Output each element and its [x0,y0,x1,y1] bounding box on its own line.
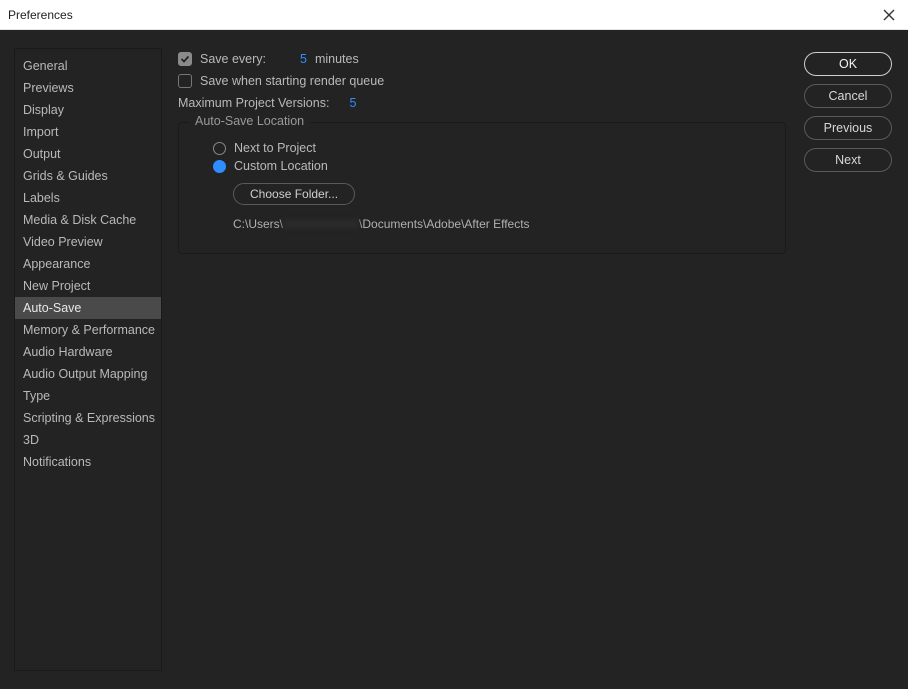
sidebar-item-type[interactable]: Type [15,385,161,407]
max-versions-label: Maximum Project Versions: [178,96,329,110]
sidebar-item-auto-save[interactable]: Auto-Save [15,297,161,319]
save-render-queue-checkbox[interactable] [178,74,192,88]
sidebar-item-grids-guides[interactable]: Grids & Guides [15,165,161,187]
sidebar-item-general[interactable]: General [15,55,161,77]
cancel-button[interactable]: Cancel [804,84,892,108]
close-icon [883,9,895,21]
save-every-value[interactable]: 5 [300,52,307,66]
sidebar-item-previews[interactable]: Previews [15,77,161,99]
sidebar-item-scripting-expressions[interactable]: Scripting & Expressions [15,407,161,429]
close-button[interactable] [878,4,900,26]
action-buttons: OK Cancel Previous Next [800,30,908,689]
radio-next-to-project[interactable] [213,142,226,155]
choose-folder-row: Choose Folder... [233,183,767,205]
window-title: Preferences [8,8,73,22]
sidebar-item-output[interactable]: Output [15,143,161,165]
radio-next-to-project-label: Next to Project [234,141,316,155]
sidebar-item-new-project[interactable]: New Project [15,275,161,297]
sidebar-item-audio-hardware[interactable]: Audio Hardware [15,341,161,363]
category-sidebar: General Previews Display Import Output G… [14,48,162,671]
sidebar-item-video-preview[interactable]: Video Preview [15,231,161,253]
save-every-label: Save every: [200,52,266,66]
save-every-row: Save every: 5 minutes [178,52,788,66]
sidebar-item-3d[interactable]: 3D [15,429,161,451]
max-versions-row: Maximum Project Versions: 5 [178,96,788,110]
save-every-unit: minutes [315,52,359,66]
path-prefix: C:\Users\ [233,217,283,231]
ok-button[interactable]: OK [804,52,892,76]
previous-button[interactable]: Previous [804,116,892,140]
auto-save-location-legend: Auto-Save Location [189,114,310,128]
sidebar-item-import[interactable]: Import [15,121,161,143]
sidebar-item-appearance[interactable]: Appearance [15,253,161,275]
radio-custom-location-row: Custom Location [213,159,767,173]
path-redacted [283,219,359,229]
dialog-body: General Previews Display Import Output G… [0,30,908,689]
sidebar-item-memory-performance[interactable]: Memory & Performance [15,319,161,341]
titlebar: Preferences [0,0,908,30]
save-render-queue-row: Save when starting render queue [178,74,788,88]
auto-save-path: C:\Users\ \Documents\Adobe\After Effects [233,217,767,231]
radio-custom-location-label: Custom Location [234,159,328,173]
sidebar-item-display[interactable]: Display [15,99,161,121]
save-every-checkbox[interactable] [178,52,192,66]
settings-panel: Save every: 5 minutes Save when starting… [162,30,800,689]
save-render-queue-label: Save when starting render queue [200,74,384,88]
radio-custom-location[interactable] [213,160,226,173]
path-suffix: \Documents\Adobe\After Effects [359,217,530,231]
checkmark-icon [180,54,190,64]
sidebar-item-media-disk-cache[interactable]: Media & Disk Cache [15,209,161,231]
sidebar-item-labels[interactable]: Labels [15,187,161,209]
radio-next-to-project-row: Next to Project [213,141,767,155]
sidebar-item-notifications[interactable]: Notifications [15,451,161,473]
next-button[interactable]: Next [804,148,892,172]
max-versions-value[interactable]: 5 [349,96,356,110]
choose-folder-button[interactable]: Choose Folder... [233,183,355,205]
auto-save-location-group: Auto-Save Location Next to Project Custo… [178,122,786,254]
sidebar-item-audio-output-mapping[interactable]: Audio Output Mapping [15,363,161,385]
